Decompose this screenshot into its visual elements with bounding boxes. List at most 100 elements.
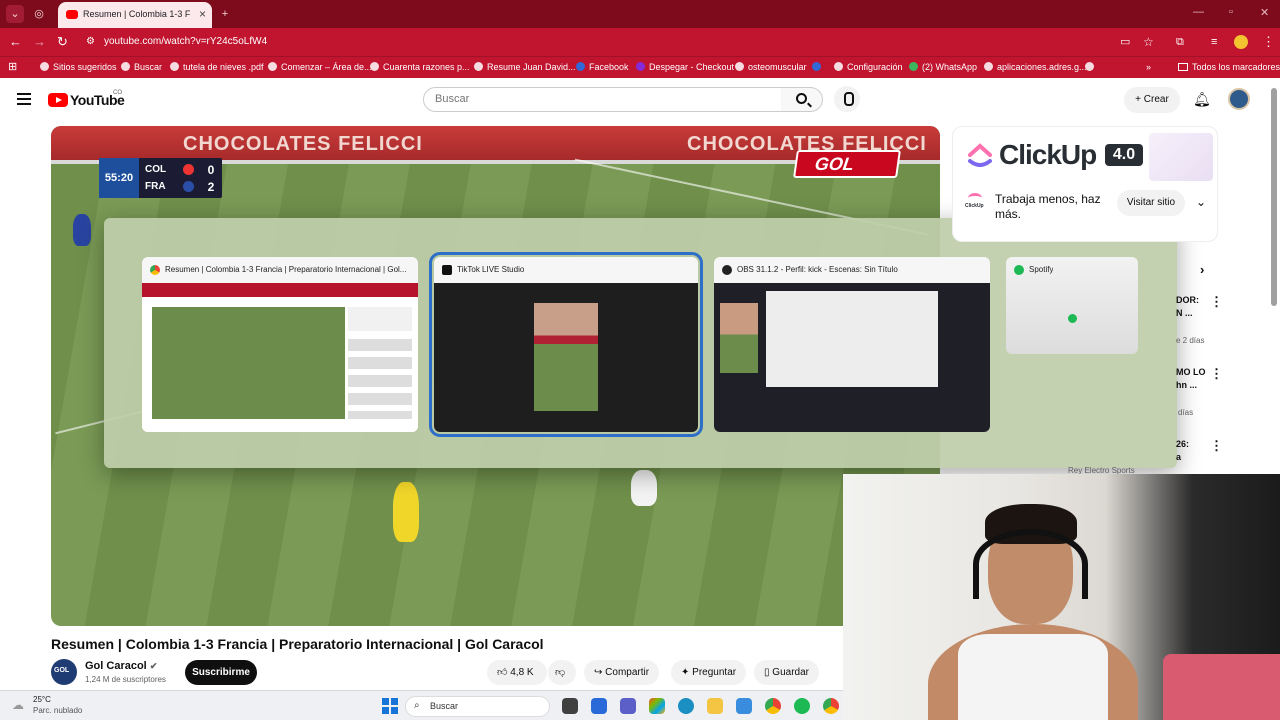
bookmark-item[interactable]: Facebook <box>576 62 629 72</box>
bookmarks-bar: ⊞ Sitios sugeridos Buscar tutela de niev… <box>0 56 1280 78</box>
colombia-crest-icon <box>183 164 194 175</box>
player-figure <box>393 482 419 542</box>
search-box[interactable] <box>423 87 782 112</box>
tab-close-icon[interactable]: × <box>199 7 206 21</box>
file-explorer-icon[interactable] <box>707 698 723 714</box>
ask-button[interactable]: ✦ Preguntar <box>671 660 747 685</box>
more-vert-icon[interactable]: ⋮ <box>1210 294 1223 310</box>
reload-icon[interactable]: ↻ <box>57 34 68 50</box>
more-vert-icon[interactable]: ⋮ <box>1210 366 1223 382</box>
bookmark-item[interactable]: Comenzar – Área de... <box>268 62 372 72</box>
close-window-icon[interactable]: ✕ <box>1260 6 1269 19</box>
edge-icon[interactable] <box>678 698 694 714</box>
thumb-ad <box>348 307 412 331</box>
globe-icon <box>40 62 49 71</box>
user-avatar[interactable] <box>1228 88 1250 110</box>
reading-list-icon[interactable]: ≡ <box>1211 34 1217 50</box>
share-button[interactable]: ↪ Compartir <box>584 660 660 685</box>
store-icon[interactable] <box>591 698 607 714</box>
minimize-icon[interactable]: — <box>1193 6 1204 18</box>
weather-temp[interactable]: 25°C <box>33 695 51 704</box>
bookmark-item[interactable]: Cuarenta razones p... <box>370 62 470 72</box>
team-france: FRA <box>145 181 166 192</box>
bookmark-item[interactable] <box>1085 62 1098 72</box>
teams-icon[interactable] <box>620 698 636 714</box>
taskbar-search[interactable]: ⌕ Buscar <box>405 696 550 717</box>
bookmark-item[interactable]: aplicaciones.adres.g... <box>984 62 1087 72</box>
spotify-icon[interactable] <box>794 698 810 714</box>
bookmark-item[interactable]: (2) WhatsApp <box>909 62 977 72</box>
search-button[interactable] <box>781 87 823 112</box>
chrome-icon[interactable] <box>823 698 839 714</box>
chevron-down-icon[interactable]: ⌄ <box>1196 195 1206 209</box>
tab-search-icon[interactable]: ⌄ <box>6 5 24 23</box>
extensions-icon[interactable]: ⧉ <box>1176 34 1184 50</box>
page-scrollbar[interactable] <box>1271 88 1277 306</box>
more-vert-icon[interactable]: ⋮ <box>1210 438 1223 454</box>
weather-cloud-icon[interactable]: ☁ <box>12 698 24 712</box>
menu-hamburger-icon[interactable] <box>17 93 31 105</box>
active-tab[interactable]: Resumen | Colombia 1-3 Francia × <box>58 2 212 28</box>
create-button[interactable]: + Crear <box>1124 87 1180 113</box>
streamer-shirt <box>958 634 1108 720</box>
photos-icon[interactable] <box>736 698 752 714</box>
all-bookmarks[interactable]: Todos los marcadores <box>1178 62 1280 72</box>
visit-site-button[interactable]: Visitar sitio <box>1117 190 1185 216</box>
bookmark-item[interactable]: Buscar <box>121 62 162 72</box>
bookmark-item[interactable]: osteomuscular <box>735 62 807 72</box>
weather-condition[interactable]: Parc. nublado <box>33 706 82 715</box>
chrome-icon[interactable] <box>765 698 781 714</box>
back-icon[interactable]: ← <box>9 34 22 50</box>
window-chrome[interactable]: Resumen | Colombia 1-3 Francia | Prepara… <box>142 257 418 432</box>
dislike-button[interactable]: 👎︎ <box>548 660 576 685</box>
sidebar-ad[interactable]: ClickUp 4.0 ClickUp Trabaja menos, haz m… <box>952 126 1218 242</box>
bookmark-item[interactable]: Resume Juan David... <box>474 62 576 72</box>
rec-title[interactable]: N ... <box>1176 308 1193 318</box>
match-clock: 55:20 <box>99 158 139 198</box>
rec-title[interactable]: DOR: <box>1176 295 1199 305</box>
window-tiktok-live-studio[interactable]: TikTok LIVE Studio <box>429 252 703 437</box>
menu-icon[interactable]: ⋮ <box>1262 34 1275 50</box>
voice-search-icon[interactable] <box>834 86 860 112</box>
apps-icon[interactable]: ⊞ <box>8 60 17 73</box>
channel-name[interactable]: Gol Caracol ✔ <box>85 660 157 672</box>
thumb-video <box>152 307 345 419</box>
copilot-icon[interactable] <box>649 698 665 714</box>
team-colombia: COL <box>145 164 167 175</box>
profile-avatar[interactable] <box>1234 35 1248 49</box>
bookmark-item[interactable]: tutela de nieves .pdf <box>170 62 264 72</box>
rec-title[interactable]: hn ... <box>1176 380 1197 390</box>
new-tab-button[interactable]: + <box>216 5 234 23</box>
like-button[interactable]: 👍︎ 4,8 K <box>487 660 547 685</box>
task-view-icon[interactable] <box>562 698 578 714</box>
rec-title[interactable]: 26: <box>1176 439 1189 449</box>
rec-title[interactable]: a <box>1176 452 1181 462</box>
bookmark-label: Configuración <box>847 62 903 72</box>
notifications-bell-icon[interactable]: 🔔︎ <box>1193 91 1211 108</box>
maximize-icon[interactable]: ▫ <box>1229 6 1233 18</box>
banner-text: CHOCOLATES FELICCI <box>183 133 423 155</box>
save-button[interactable]: ▯ Guardar <box>754 660 819 685</box>
more-bookmarks-icon[interactable]: » <box>1146 62 1151 72</box>
rec-title[interactable]: MO LO <box>1176 367 1206 377</box>
channel-avatar[interactable]: GOL <box>51 659 77 685</box>
bookmark-item[interactable]: Configuración <box>834 62 903 72</box>
cast-icon[interactable]: ▭ <box>1120 34 1130 50</box>
windows-start-icon[interactable] <box>382 698 398 714</box>
search-input[interactable] <box>435 93 755 105</box>
chevron-right-icon[interactable]: › <box>1200 262 1204 277</box>
bookmark-item[interactable]: Despegar - Checkout <box>636 62 734 72</box>
subscribe-button[interactable]: Suscribirme <box>185 660 257 685</box>
youtube-logo-icon[interactable] <box>48 93 68 107</box>
address-bar[interactable]: youtube.com/watch?v=rY24c5oLfW4 <box>104 36 267 47</box>
bookmark-item[interactable] <box>812 62 825 72</box>
window-obs[interactable]: OBS 31.1.2 - Perfil: kick - Escenas: Sin… <box>714 257 990 432</box>
window-spotify[interactable]: Spotify <box>1006 257 1138 354</box>
bookmark-item[interactable]: Sitios sugeridos <box>40 62 117 72</box>
site-info-icon[interactable]: ⚙ <box>86 34 95 50</box>
forward-icon[interactable]: → <box>33 34 46 50</box>
bookmark-label: osteomuscular <box>748 62 807 72</box>
spotify-logo-icon <box>1068 314 1077 323</box>
bookmark-star-icon[interactable]: ☆ <box>1143 34 1154 50</box>
inactive-tab-icon[interactable]: ◎ <box>30 5 48 23</box>
